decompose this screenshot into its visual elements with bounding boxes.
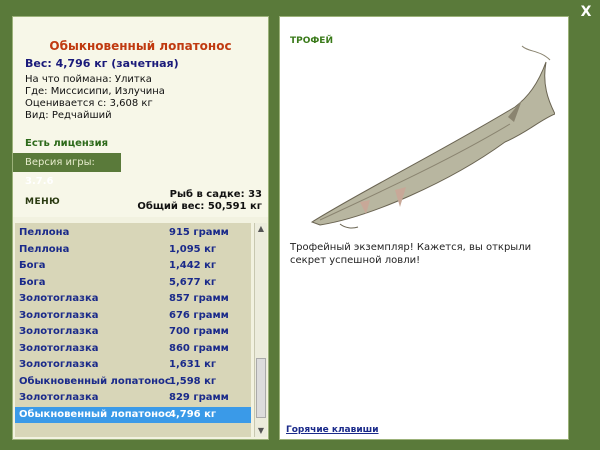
catch-list-row[interactable]: Обыкновенный лопатонос 1,598 кг xyxy=(15,374,251,390)
scrollbar-thumb[interactable] xyxy=(256,358,266,418)
hotkeys-link[interactable]: Горячие клавиши xyxy=(286,425,379,435)
catch-fish-name: Золотоглазка xyxy=(19,309,99,321)
catch-list[interactable]: Пеллона 915 грамм Пеллона 1,095 кг Бога 1,442… xyxy=(15,223,251,437)
fish-details: Обыкновенный лопатонос Вес: 4,796 кг (за… xyxy=(13,17,268,217)
catch-list-scrollbar[interactable]: ▲ ▼ xyxy=(254,223,267,437)
catch-fish-name: Золотоглазка xyxy=(19,293,99,304)
catch-fish-weight: 700 грамм xyxy=(169,326,229,337)
catch-fish-weight: 915 грамм xyxy=(169,227,229,238)
catch-fish-name: Бога xyxy=(19,276,46,288)
sturgeon-image xyxy=(310,45,555,229)
license-status: Есть лицензия xyxy=(25,138,109,149)
catch-fish-weight: 5,677 кг xyxy=(169,276,217,288)
catch-list-row[interactable]: Золотоглазка 860 грамм xyxy=(15,341,251,357)
fish-valued-from: Оценивается с: 3,608 кг xyxy=(25,98,153,109)
catch-list-row[interactable]: Золотоглазка 700 грамм xyxy=(15,324,251,340)
catch-list-row[interactable]: Золотоглазка 1,631 кг xyxy=(15,357,251,373)
catch-fish-weight: 1,095 кг xyxy=(169,243,217,255)
catch-list-row[interactable]: Обыкновенный лопатонос 4,796 кг xyxy=(15,406,251,423)
scroll-down-icon[interactable]: ▼ xyxy=(255,425,267,437)
fish-bait: На что поймана: Улитка xyxy=(25,74,152,85)
menu-button[interactable]: МЕНЮ xyxy=(25,197,60,207)
catch-list-row[interactable]: Пеллона 915 грамм xyxy=(15,225,251,241)
catch-fish-name: Золотоглазка xyxy=(19,326,99,337)
total-weight: Общий вес: 50,591 кг xyxy=(137,201,262,212)
fish-info-panel: Обыкновенный лопатонос Вес: 4,796 кг (за… xyxy=(12,16,269,440)
catch-fish-weight: 857 грамм xyxy=(169,293,229,304)
catch-fish-weight: 1,631 кг xyxy=(169,359,217,370)
catch-list-row[interactable]: Золотоглазка 857 грамм xyxy=(15,291,251,307)
catch-list-row[interactable]: Золотоглазка 829 грамм xyxy=(15,390,251,406)
fish-count: Рыб в садке: 33 xyxy=(169,189,262,200)
keepnet-stats: Рыб в садке: 33 Общий вес: 50,591 кг xyxy=(137,189,262,213)
catch-fish-weight: 1,598 кг xyxy=(169,375,217,387)
close-icon[interactable]: X xyxy=(578,4,594,20)
catch-fish-name: Пеллона xyxy=(19,243,70,255)
catch-fish-name: Золотоглазка xyxy=(19,392,99,403)
catch-fish-name: Золотоглазка xyxy=(19,342,99,354)
catch-fish-weight: 829 грамм xyxy=(169,392,229,403)
catch-list-row[interactable]: Пеллона 1,095 кг xyxy=(15,242,251,258)
fish-weight: Вес: 4,796 кг (зачетная) xyxy=(25,57,179,70)
trophy-message: Трофейный экземпляр! Кажется, вы открыли… xyxy=(290,242,532,266)
catch-list-row[interactable]: Золотоглазка 676 грамм xyxy=(15,308,251,324)
catch-fish-name: Бога xyxy=(19,260,46,271)
catch-fish-name: Золотоглазка xyxy=(19,359,99,370)
version-value: 3.7.6 xyxy=(25,176,54,187)
catch-fish-weight: 860 грамм xyxy=(169,342,229,354)
scroll-up-icon[interactable]: ▲ xyxy=(255,223,267,235)
version-label: Версия игры: xyxy=(25,157,95,168)
fish-type: Вид: Редчайший xyxy=(25,110,112,121)
game-version: Версия игры: 3.7.6 xyxy=(13,153,121,187)
catch-fish-weight: 4,796 кг xyxy=(169,408,217,420)
catch-fish-name: Обыкновенный лопатонос xyxy=(19,408,171,420)
catch-list-row[interactable]: Бога 1,442 кг xyxy=(15,258,251,274)
catch-fish-weight: 1,442 кг xyxy=(169,260,217,271)
catch-list-row[interactable]: Бога 5,677 кг xyxy=(15,275,251,291)
fish-location: Где: Миссисипи, Излучина xyxy=(25,86,165,97)
trophy-panel: ТРОФЕЙ Трофейный экземпляр! Кажется, вы … xyxy=(279,16,569,440)
catch-fish-weight: 676 грамм xyxy=(169,309,229,321)
fish-title: Обыкновенный лопатонос xyxy=(49,39,232,53)
catch-fish-name: Пеллона xyxy=(19,227,70,238)
catch-fish-name: Обыкновенный лопатонос xyxy=(19,375,171,387)
